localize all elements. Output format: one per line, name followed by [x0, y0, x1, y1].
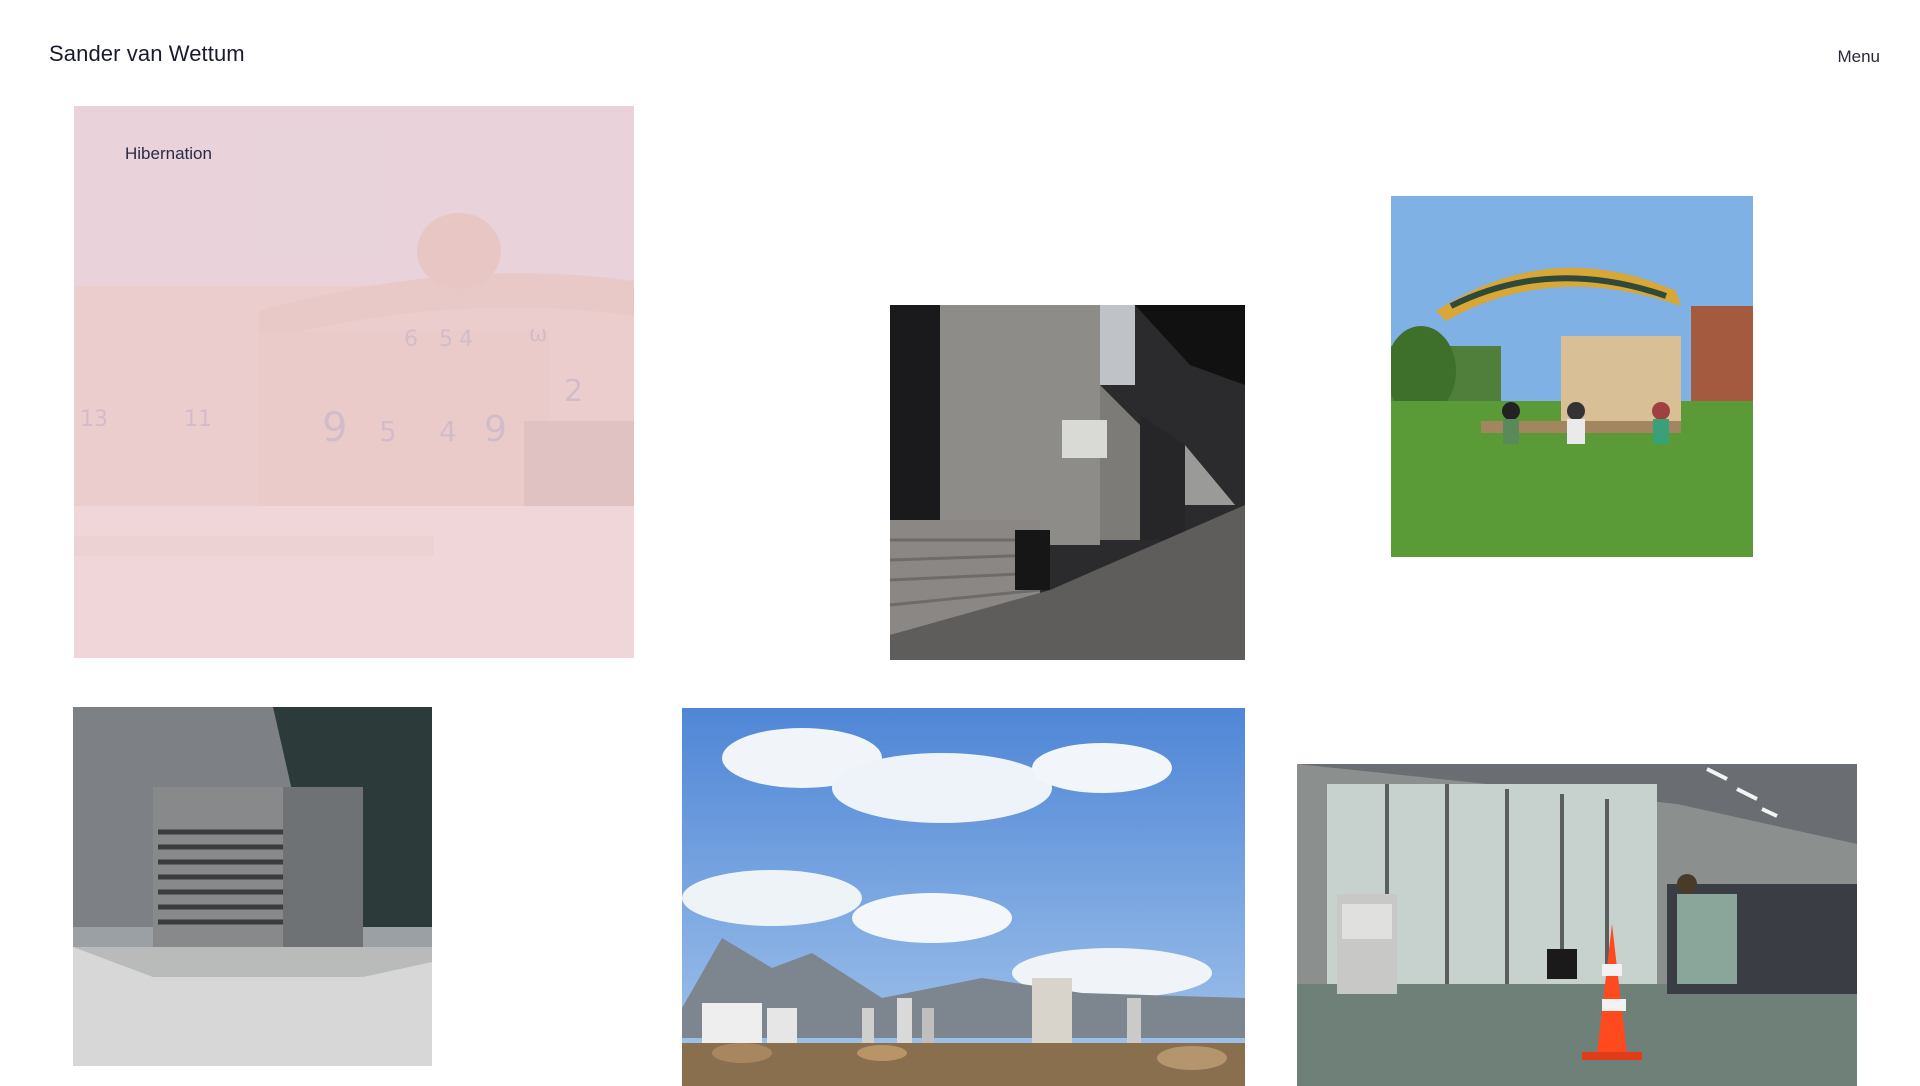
gallery-tile-office-interior[interactable] — [1297, 764, 1857, 1086]
gallery-tile-grey-facade[interactable] — [73, 707, 432, 1066]
city-skyline-photo — [682, 708, 1245, 1086]
hover-overlay — [74, 106, 634, 658]
gallery-tile-hibernation[interactable]: 6 5 4 ω 11 9 5 4 9 2 13 Hibernation — [74, 106, 634, 658]
gallery-tile-city-skyline[interactable] — [682, 708, 1245, 1086]
site-title-link[interactable]: Sander van Wettum — [49, 41, 245, 67]
canopy-stage-photo — [1391, 196, 1753, 557]
gallery-tile-canopy-stage[interactable] — [1391, 196, 1753, 557]
office-interior-photo — [1297, 764, 1857, 1086]
gallery-tile-concrete-stairs[interactable] — [890, 305, 1245, 660]
concrete-stairs-photo — [890, 305, 1245, 660]
menu-button[interactable]: Menu — [1837, 47, 1880, 67]
tile-caption: Hibernation — [125, 144, 212, 163]
grey-facade-photo — [73, 707, 432, 1066]
site-header: Sander van Wettum Menu — [0, 0, 1920, 100]
